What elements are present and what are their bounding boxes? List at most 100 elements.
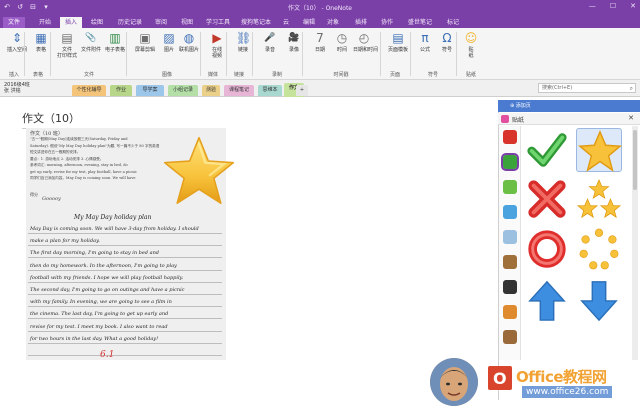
- clock-button[interactable]: ◷ 时间: [331, 31, 353, 53]
- tab-4[interactable]: 历史记录: [114, 17, 146, 28]
- maximize-button[interactable]: ☐: [610, 2, 616, 10]
- red-ring-icon: [528, 230, 566, 268]
- category-monitor-icon[interactable]: [503, 205, 517, 219]
- star-sticker-on-page[interactable]: [160, 133, 238, 211]
- sticker-categories: [499, 126, 521, 360]
- blue-up-arrow-sticker[interactable]: [524, 278, 570, 322]
- category-spider-icon[interactable]: [503, 280, 517, 294]
- star-ring-sticker[interactable]: [576, 228, 622, 272]
- sticker-pane-close-button[interactable]: ✕: [628, 114, 634, 122]
- essay-line: then do my homework. In the afternoon, I…: [30, 262, 177, 269]
- section-tab[interactable]: 测验: [202, 85, 220, 96]
- pi-button[interactable]: π 公式: [414, 31, 436, 53]
- link-button[interactable]: ⛓ 链接: [232, 31, 254, 53]
- ribbon-group-separator: [24, 32, 25, 76]
- minimize-button[interactable]: —: [589, 2, 596, 10]
- ribbon-button-label: 日期: [314, 47, 325, 53]
- blue-down-arrow-sticker[interactable]: [576, 278, 622, 322]
- tab-6[interactable]: 视图: [176, 17, 198, 28]
- gold-star-sticker[interactable]: [576, 128, 622, 172]
- tab-13[interactable]: 协作: [376, 17, 398, 28]
- ruled-line: [28, 257, 222, 259]
- sticker-scrollbar[interactable]: [632, 126, 638, 360]
- category-checkmark-icon[interactable]: [501, 153, 519, 171]
- tab-9[interactable]: 云: [279, 17, 293, 28]
- tab-12[interactable]: 插排: [350, 17, 372, 28]
- search-icon[interactable]: ⌕: [630, 84, 633, 93]
- file-printout-button[interactable]: ▤ 文件 打印样式: [56, 31, 78, 59]
- ribbon-group-label: 媒体: [207, 72, 218, 78]
- category-face-icon[interactable]: [503, 330, 517, 344]
- tab-5[interactable]: 审阅: [150, 17, 172, 28]
- essay-line: make a plan for my holiday.: [30, 238, 100, 245]
- section-tab[interactable]: 作业: [110, 85, 132, 96]
- picture-button[interactable]: ▨ 图片: [158, 31, 180, 53]
- category-tiger-icon[interactable]: [503, 305, 517, 319]
- datetime-button[interactable]: ◴ 日期和时间: [353, 31, 378, 53]
- link-icon: ⛓: [236, 31, 252, 45]
- page-template-button[interactable]: ▤ 页面模板: [387, 31, 409, 53]
- green-check-sticker[interactable]: [524, 128, 570, 172]
- red-x-icon: [528, 180, 566, 218]
- red-ring-sticker[interactable]: [524, 228, 570, 272]
- tab-14[interactable]: 盛世笔记: [404, 17, 436, 28]
- table-button[interactable]: ▦ 表格: [30, 31, 52, 53]
- ribbon-button-label: 文件 打印样式: [56, 47, 77, 59]
- calendar-button[interactable]: 7 日期: [309, 31, 331, 53]
- tab-10[interactable]: 编辑: [298, 17, 320, 28]
- category-monster-icon[interactable]: [503, 180, 517, 194]
- tab-11[interactable]: 对象: [322, 17, 344, 28]
- section-tab[interactable]: 个性化辅导: [72, 85, 106, 96]
- title-bar: ↶ ↺ ⊟ ▾ 作文（10） - OneNote — ☐ ✕: [0, 0, 640, 15]
- ribbon-button-label: 录音: [264, 47, 275, 53]
- ribbon-group-label: 图像: [161, 72, 172, 78]
- screen-clip-button[interactable]: ▣ 屏幕剪辑: [134, 31, 156, 53]
- essay-title: My May Day holiday plan: [74, 214, 152, 221]
- category-apple-icon[interactable]: [503, 130, 517, 144]
- add-page-header[interactable]: ⊕ 添加页: [498, 100, 640, 112]
- search-input[interactable]: 搜索(Ctrl+E) ⌕: [538, 83, 636, 93]
- tab-8[interactable]: 搜狗笔记本: [236, 17, 276, 28]
- online-video-button[interactable]: ▶ 在线 视频: [206, 31, 228, 59]
- scrollbar-thumb[interactable]: [633, 130, 637, 190]
- online-picture-button[interactable]: ◍ 联机图片: [178, 31, 200, 53]
- score-label: 得分: [30, 192, 38, 197]
- omega-button[interactable]: Ω 符号: [436, 31, 458, 53]
- ribbon-group-separator: [456, 32, 457, 76]
- three-stars-icon: [576, 178, 622, 219]
- tab-3[interactable]: 绘图: [86, 17, 108, 28]
- section-tab[interactable]: 小组记录: [168, 85, 198, 96]
- grade-handwritten: Gooooy: [42, 196, 61, 202]
- microphone-button[interactable]: 🎤 录音: [259, 31, 281, 53]
- add-section-button[interactable]: +: [296, 85, 308, 96]
- three-stars-sticker[interactable]: [576, 178, 622, 222]
- star-ring-icon: [579, 228, 619, 270]
- sticker-button[interactable]: ☺ 贴 纸: [460, 31, 482, 59]
- page-title[interactable]: 作文（10）: [22, 110, 80, 126]
- camera-icon: 🎥: [288, 33, 300, 43]
- tab-1[interactable]: 开始: [34, 17, 56, 28]
- red-x-sticker[interactable]: [524, 178, 570, 222]
- tab-2[interactable]: 插入: [60, 17, 82, 28]
- watermark: O Office教程网 www.office26.com: [488, 364, 636, 404]
- section-tab[interactable]: 思维本: [258, 85, 282, 96]
- paper-header: 作文（10 班）: [30, 131, 63, 137]
- notebook-selector[interactable]: 2016级4班 张 洪铭: [4, 82, 30, 94]
- category-monkey-icon[interactable]: [503, 255, 517, 269]
- tab-15[interactable]: 标记: [442, 17, 464, 28]
- ribbon-group-label: 文件: [83, 72, 94, 78]
- omega-icon: Ω: [442, 31, 452, 45]
- tab-7[interactable]: 学习工具: [202, 17, 234, 28]
- microphone-icon: 🎤: [264, 33, 276, 43]
- close-button[interactable]: ✕: [630, 2, 636, 10]
- online-picture-icon: ◍: [183, 31, 195, 45]
- tab-0[interactable]: 文件: [3, 17, 25, 28]
- ruled-line: [28, 306, 222, 308]
- essay-line: May Day is coming soon. We will have 3-d…: [30, 226, 199, 232]
- section-tab[interactable]: 导学案: [136, 85, 164, 96]
- spreadsheet-button[interactable]: ▥ 电子表格: [104, 31, 126, 53]
- watermark-url: www.office26.com: [522, 386, 613, 398]
- category-bottle-icon[interactable]: [503, 230, 517, 244]
- attachment-button[interactable]: 📎 文件附件: [80, 31, 102, 53]
- section-tab[interactable]: 课程笔记: [224, 85, 254, 96]
